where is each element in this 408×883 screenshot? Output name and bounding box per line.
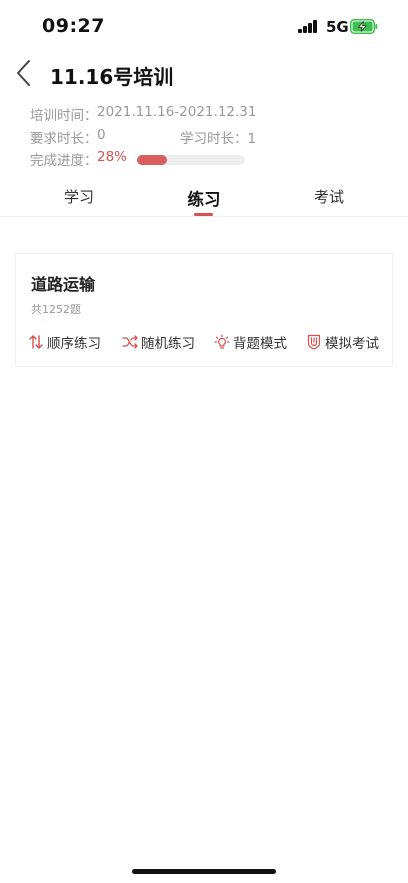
sequential-practice-button[interactable]: 顺序练习 xyxy=(28,332,101,352)
status-time: 09:27 xyxy=(42,15,105,37)
page-title: 11.16号培训 xyxy=(50,65,174,89)
progress-bar xyxy=(137,155,245,165)
training-info: 培训时间： 2021.11.16-2021.12.31 要求时长： 0 学习时长… xyxy=(30,104,390,172)
screen: 09:27 5G 11.16号培训 培训时间： 2021.11.16-2021.… xyxy=(0,0,408,883)
required-duration-value: 0 xyxy=(97,126,106,143)
study-duration-label: 学习时长： xyxy=(180,130,248,147)
signal-icon xyxy=(298,20,318,33)
exam-shield-icon xyxy=(307,334,321,350)
sequence-icon xyxy=(29,335,43,349)
back-arrow-icon[interactable] xyxy=(14,58,34,88)
tab-practice[interactable]: 练习 xyxy=(164,186,244,216)
progress-row: 完成进度： 28% xyxy=(30,149,390,172)
tab-study[interactable]: 学习 xyxy=(39,186,119,207)
study-duration: 学习时长：1 xyxy=(180,127,256,147)
practice-card: 道路运输 共1252题 顺序练习 随机练习 背题模式 模拟考试 xyxy=(15,253,393,367)
status-bar: 09:27 5G xyxy=(0,0,408,54)
progress-bar-fill xyxy=(137,155,168,165)
mock-exam-label: 模拟考试 xyxy=(325,336,379,352)
training-time-row: 培训时间： 2021.11.16-2021.12.31 xyxy=(30,104,390,127)
practice-actions: 顺序练习 随机练习 背题模式 模拟考试 xyxy=(16,332,394,356)
header: 11.16号培训 xyxy=(0,54,408,94)
random-practice-button[interactable]: 随机练习 xyxy=(122,332,195,352)
network-label: 5G xyxy=(326,18,349,36)
tab-exam[interactable]: 考试 xyxy=(289,186,369,207)
card-title: 道路运输 xyxy=(31,275,96,294)
duration-row: 要求时长： 0 学习时长：1 xyxy=(30,127,390,150)
training-time-value: 2021.11.16-2021.12.31 xyxy=(97,104,257,120)
tab-practice-label: 练习 xyxy=(187,190,221,209)
progress-value: 28% xyxy=(97,149,128,165)
training-time-label: 培训时间： xyxy=(30,108,98,124)
required-duration-label: 要求时长： xyxy=(30,130,98,147)
tab-bar: 学习 练习 考试 xyxy=(0,183,408,217)
shuffle-icon xyxy=(122,335,138,349)
mock-exam-button[interactable]: 模拟考试 xyxy=(306,332,379,352)
memorize-mode-button[interactable]: 背题模式 xyxy=(214,332,287,352)
random-practice-label: 随机练习 xyxy=(141,336,195,352)
home-indicator[interactable] xyxy=(132,869,276,874)
study-duration-value: 1 xyxy=(247,130,257,147)
battery-charging-icon xyxy=(350,19,378,34)
memorize-mode-label: 背题模式 xyxy=(233,336,287,352)
bulb-icon xyxy=(214,334,230,349)
progress-label: 完成进度： xyxy=(30,153,98,169)
tab-active-indicator xyxy=(194,213,213,216)
sequential-practice-label: 顺序练习 xyxy=(47,336,101,352)
question-count: 共1252题 xyxy=(31,303,81,316)
